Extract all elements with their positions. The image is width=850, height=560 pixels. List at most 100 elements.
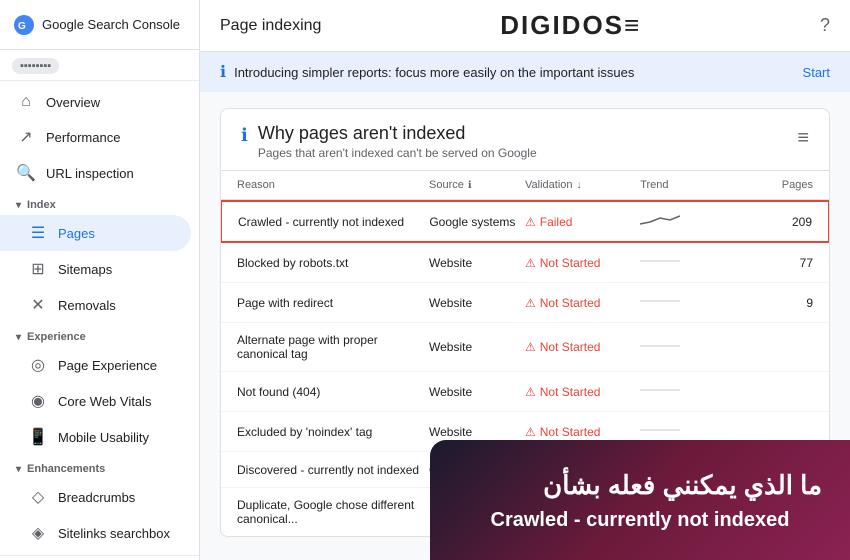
status-badge: ⚠ Not Started bbox=[525, 296, 600, 310]
cell-source: Google systems bbox=[429, 215, 525, 229]
sidebar-item-sitemaps-label: Sitemaps bbox=[58, 262, 112, 277]
table-row[interactable]: Alternate page with proper canonical tag… bbox=[221, 323, 829, 372]
removals-icon: ✕ bbox=[28, 295, 48, 315]
cell-trend bbox=[640, 253, 755, 272]
status-badge: ⚠ Not Started bbox=[525, 340, 600, 354]
mobile-usability-icon: 📱 bbox=[28, 427, 48, 447]
index-arrow-icon: ▾ bbox=[16, 200, 21, 211]
cell-reason: Not found (404) bbox=[237, 385, 429, 399]
trend-chart bbox=[640, 382, 680, 398]
cell-pages: 209 bbox=[755, 215, 812, 229]
col-header-source: Source ℹ bbox=[429, 179, 525, 191]
overlay-english-text: Crawled - currently not indexed bbox=[458, 509, 822, 532]
performance-icon: ↗ bbox=[16, 127, 36, 147]
info-banner: ℹ Introducing simpler reports: focus mor… bbox=[200, 52, 850, 92]
table-row[interactable]: Not found (404) Website ⚠ Not Started bbox=[221, 372, 829, 412]
status-badge: ⚠ Failed bbox=[525, 215, 572, 229]
cell-trend bbox=[640, 422, 755, 441]
trend-chart bbox=[640, 253, 680, 269]
table-row[interactable]: Page with redirect Website ⚠ Not Started… bbox=[221, 283, 829, 323]
cell-pages: 77 bbox=[755, 256, 813, 270]
col-header-pages: Pages bbox=[755, 179, 813, 191]
enhancements-arrow-icon: ▾ bbox=[16, 464, 21, 475]
status-badge: ⚠ Not Started bbox=[525, 256, 600, 270]
sidebar-item-page-experience[interactable]: ◎ Page Experience bbox=[0, 347, 191, 383]
cell-trend bbox=[640, 212, 755, 231]
cell-trend bbox=[640, 382, 755, 401]
sidebar-item-overview[interactable]: ⌂ Overview bbox=[0, 85, 191, 119]
source-info-icon: ℹ bbox=[468, 180, 472, 191]
sidebar-account: ▪▪▪▪▪▪▪▪ bbox=[0, 50, 199, 81]
sitemaps-icon: ⊞ bbox=[28, 259, 48, 279]
sidebar-item-performance-label: Performance bbox=[46, 130, 120, 145]
status-badge: ⚠ Not Started bbox=[525, 425, 600, 439]
cell-source: Website bbox=[429, 425, 525, 439]
breadcrumbs-icon: ◇ bbox=[28, 487, 48, 507]
sidebar-nav: ⌂ Overview ↗ Performance 🔍 URL inspectio… bbox=[0, 81, 199, 560]
cell-reason: Crawled - currently not indexed bbox=[238, 215, 429, 229]
not-started-icon: ⚠ bbox=[525, 256, 536, 270]
banner-info-icon: ℹ bbox=[220, 62, 226, 82]
failed-icon: ⚠ bbox=[525, 215, 536, 229]
search-icon: 🔍 bbox=[16, 163, 36, 183]
cell-validation: ⚠ Not Started bbox=[525, 425, 640, 439]
banner-link[interactable]: Start bbox=[803, 65, 830, 80]
sidebar-item-breadcrumbs[interactable]: ◇ Breadcrumbs bbox=[0, 479, 191, 515]
cell-source: Website bbox=[429, 385, 525, 399]
main-content: Page indexing DIGIDOS≡ ? ℹ Introducing s… bbox=[200, 0, 850, 560]
cell-reason: Page with redirect bbox=[237, 296, 429, 310]
sidebar-item-performance[interactable]: ↗ Performance bbox=[0, 119, 191, 155]
banner-text: Introducing simpler reports: focus more … bbox=[234, 65, 634, 80]
cell-source: Website bbox=[429, 256, 525, 270]
google-logo-icon: G bbox=[12, 13, 36, 37]
cell-reason: Blocked by robots.txt bbox=[237, 256, 429, 270]
sidebar-item-removals[interactable]: ✕ Removals bbox=[0, 287, 191, 323]
cell-validation: ⚠ Not Started bbox=[525, 296, 640, 310]
page-section-header: ℹ Why pages aren't indexed Pages that ar… bbox=[220, 108, 830, 171]
experience-arrow-icon: ▾ bbox=[16, 332, 21, 343]
section-info-icon: ℹ bbox=[241, 125, 248, 146]
cell-reason: Alternate page with proper canonical tag bbox=[237, 333, 429, 361]
digidose-logo: DIGIDOS≡ bbox=[500, 10, 641, 41]
cell-trend bbox=[640, 338, 755, 357]
content-area: ℹ Why pages aren't indexed Pages that ar… bbox=[200, 92, 850, 560]
sidebar-item-pages-label: Pages bbox=[58, 226, 95, 241]
sidebar-item-page-experience-label: Page Experience bbox=[58, 358, 157, 373]
sidebar-item-sitemaps[interactable]: ⊞ Sitemaps bbox=[0, 251, 191, 287]
core-web-vitals-icon: ◉ bbox=[28, 391, 48, 411]
sidebar-item-url-inspection[interactable]: 🔍 URL inspection bbox=[0, 155, 191, 191]
experience-section-label: ▾ Experience bbox=[0, 323, 199, 347]
table-row[interactable]: Blocked by robots.txt Website ⚠ Not Star… bbox=[221, 243, 829, 283]
section-subtitle: Pages that aren't indexed can't be serve… bbox=[258, 146, 537, 160]
not-started-icon: ⚠ bbox=[525, 425, 536, 439]
cell-trend bbox=[640, 293, 755, 312]
sidebar-item-mobile-usability[interactable]: 📱 Mobile Usability bbox=[0, 419, 191, 455]
cell-pages: 9 bbox=[755, 296, 813, 310]
filter-icon[interactable]: ≡ bbox=[797, 127, 809, 150]
account-name: ▪▪▪▪▪▪▪▪ bbox=[12, 58, 59, 74]
cell-reason: Discovered - currently not indexed bbox=[237, 463, 429, 477]
table-row[interactable]: Crawled - currently not indexed Google s… bbox=[220, 200, 830, 243]
col-header-reason: Reason bbox=[237, 179, 429, 191]
sidebar-item-mobile-usability-label: Mobile Usability bbox=[58, 430, 149, 445]
page-experience-icon: ◎ bbox=[28, 355, 48, 375]
trend-chart bbox=[640, 293, 680, 309]
cell-source: Website bbox=[429, 296, 525, 310]
col-header-trend: Trend bbox=[640, 179, 755, 191]
sidebar-item-pages[interactable]: ☰ Pages bbox=[0, 215, 191, 251]
sidebar-item-url-inspection-label: URL inspection bbox=[46, 166, 134, 181]
table-header: Reason Source ℹ Validation ↓ Trend Pages bbox=[221, 171, 829, 200]
cell-validation: ⚠ Not Started bbox=[525, 340, 640, 354]
not-started-icon: ⚠ bbox=[525, 340, 536, 354]
sidebar-item-sitelinks-searchbox[interactable]: ◈ Sitelinks searchbox bbox=[0, 515, 191, 551]
sidebar-title: Google Search Console bbox=[42, 17, 180, 33]
sidebar-item-core-web-vitals[interactable]: ◉ Core Web Vitals bbox=[0, 383, 191, 419]
status-badge: ⚠ Not Started bbox=[525, 385, 600, 399]
cell-validation: ⚠ Not Started bbox=[525, 385, 640, 399]
help-icon[interactable]: ? bbox=[820, 15, 830, 36]
page-title: Page indexing bbox=[220, 17, 321, 35]
cell-validation: ⚠ Failed bbox=[525, 215, 640, 229]
trend-chart bbox=[640, 212, 680, 228]
trend-chart bbox=[640, 422, 680, 438]
home-icon: ⌂ bbox=[16, 93, 36, 111]
